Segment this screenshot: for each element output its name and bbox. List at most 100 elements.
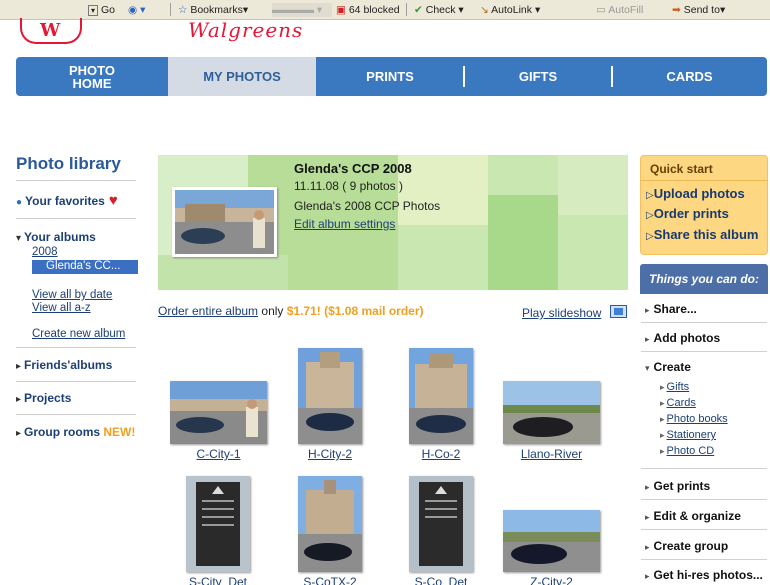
divider [16, 347, 136, 348]
photo-caption[interactable]: S-City_Det [178, 575, 258, 585]
tab-photo-home[interactable]: PHOTO HOME [16, 57, 168, 96]
projects-link[interactable]: ▸ Projects [16, 391, 71, 405]
main-nav: PHOTO HOME MY PHOTOS PRINTS GIFTS CARDS [16, 57, 767, 96]
tab-prints[interactable]: PRINTS [316, 57, 464, 96]
create-group-action[interactable]: ▸ Create group [645, 539, 728, 553]
album-year-2008[interactable]: 2008 [32, 246, 58, 258]
divider [641, 322, 767, 323]
divider [641, 559, 767, 560]
view-all-by-date-link[interactable]: View all by date [32, 289, 112, 301]
collapsed-arrow-icon: ▸ [645, 571, 650, 581]
divider [16, 414, 136, 415]
photo-caption[interactable]: H-Co-2 [401, 447, 481, 461]
get-hi-res-photos-action[interactable]: ▸ Get hi-res photos... [645, 568, 763, 582]
photo-thumbnail[interactable] [186, 476, 250, 572]
tab-cards[interactable]: CARDS [612, 57, 767, 96]
play-arrow-icon: ▷ [646, 190, 654, 201]
divider [641, 468, 767, 469]
collapsed-arrow-icon: ▸ [645, 482, 650, 492]
collapsed-arrow-icon: ▸ [645, 512, 650, 522]
photo-thumbnail[interactable] [409, 476, 473, 572]
collapsed-arrow-icon: ▸ [16, 428, 22, 439]
order-entire-album-link[interactable]: Order entire album [158, 304, 258, 318]
slideshow-icon[interactable] [610, 305, 627, 318]
album-price: $1.71! ($1.08 mail order) [286, 304, 424, 318]
add-photos-action[interactable]: ▸ Add photos [645, 331, 720, 345]
photo-thumbnail[interactable] [298, 476, 362, 572]
upload-photos-link[interactable]: ▷Upload photos [646, 186, 745, 201]
toolbar-dropdown-icon[interactable]: ◉ ▾ [128, 3, 145, 17]
photo-caption[interactable]: Llano-River [503, 447, 600, 461]
create-action[interactable]: ▾ Create [645, 360, 691, 374]
toolbar-separator [406, 3, 407, 16]
bookmarks-button[interactable]: ☆ Bookmarks▾ [178, 3, 248, 17]
create-photo-books-link[interactable]: Photo books [660, 413, 728, 425]
edit-organize-action[interactable]: ▸ Edit & organize [645, 509, 741, 523]
create-photo-cd-link[interactable]: Photo CD [660, 445, 715, 457]
new-badge: NEW! [103, 425, 136, 439]
friends-albums-link[interactable]: ▸ Friends'albums [16, 358, 112, 372]
selected-album-item[interactable]: Glenda's CC... [32, 260, 138, 274]
popup-blocked-button[interactable]: ▣ 64 blocked [336, 3, 400, 17]
photo-thumbnail[interactable] [409, 348, 473, 444]
autofill-button[interactable]: ▭ AutoFill [596, 3, 643, 17]
expanded-arrow-icon: ▾ [16, 233, 22, 244]
create-stationery-link[interactable]: Stationery [660, 429, 717, 441]
play-arrow-icon: ▷ [646, 210, 654, 221]
edit-album-settings-link[interactable]: Edit album settings [294, 217, 395, 231]
collapsed-arrow-icon: ▸ [16, 361, 22, 372]
divider [641, 529, 767, 530]
divider [16, 180, 136, 181]
collapsed-arrow-icon: ▸ [16, 394, 22, 405]
things-you-can-do-header: Things you can do: [640, 264, 768, 294]
album-meta: 11.11.08 ( 9 photos ) [294, 179, 403, 193]
create-cards-link[interactable]: Cards [660, 397, 696, 409]
photo-caption[interactable]: Z-City-2 [503, 575, 600, 585]
logo-mark-icon: W [40, 20, 61, 41]
heart-icon: ♥ [108, 192, 118, 209]
expanded-arrow-icon: ▾ [645, 363, 650, 373]
group-rooms-link[interactable]: ▸ Group rooms NEW! [16, 425, 135, 439]
album-cover-thumbnail[interactable] [172, 187, 277, 257]
divider [16, 218, 136, 219]
create-new-album-link[interactable]: Create new album [32, 328, 125, 340]
get-prints-action[interactable]: ▸ Get prints [645, 479, 710, 493]
photo-thumbnail[interactable] [503, 510, 600, 572]
photo-library-title: Photo library [16, 154, 121, 173]
collapsed-arrow-icon: ▸ [645, 542, 650, 552]
create-gifts-link[interactable]: Gifts [660, 381, 690, 393]
walgreens-logo[interactable]: W [20, 18, 82, 44]
browser-toolbar: ▾ Go ◉ ▾ ☆ Bookmarks▾ ▬▬▬▬ ▾ ▣ 64 blocke… [0, 0, 770, 20]
tab-my-photos[interactable]: MY PHOTOS [168, 57, 316, 96]
your-albums-link[interactable]: ▾ Your albums [16, 230, 96, 244]
order-album-line: Order entire album only $1.71! ($1.08 ma… [158, 304, 423, 318]
photo-caption[interactable]: H-City-2 [290, 447, 370, 461]
photo-caption[interactable]: C-City-1 [170, 447, 267, 461]
your-favorites-link[interactable]: ● Your favorites ♥ [16, 192, 118, 209]
order-prints-link[interactable]: ▷Order prints [646, 206, 729, 221]
autolink-button[interactable]: ↘ AutoLink ▾ [480, 3, 540, 17]
play-arrow-icon: ▷ [646, 231, 654, 242]
tab-gifts[interactable]: GIFTS [464, 57, 612, 96]
order-only-text: only [261, 304, 284, 318]
spellcheck-button[interactable]: ✔ Check ▾ [414, 3, 464, 17]
send-to-button[interactable]: ➡ Send to▾ [672, 3, 725, 17]
go-button[interactable]: ▾ Go [88, 3, 115, 17]
photo-caption[interactable]: S-CoTX-2 [290, 575, 370, 585]
photo-caption[interactable]: S-Co_Det [401, 575, 481, 585]
toolbar-separator [170, 3, 171, 16]
divider [641, 351, 767, 352]
photo-thumbnail[interactable] [170, 381, 267, 444]
play-slideshow-link[interactable]: Play slideshow [522, 306, 601, 320]
pagerank-icon: ▬▬▬▬ ▾ [272, 3, 332, 17]
album-title: Glenda's CCP 2008 [294, 161, 412, 176]
quick-start-title: Quick start [650, 162, 713, 176]
brand-script-logo: Walgreens [188, 18, 304, 42]
view-all-az-link[interactable]: View all a-z [32, 302, 91, 314]
divider [641, 499, 767, 500]
share-action[interactable]: ▸ Share... [645, 302, 697, 316]
photo-thumbnail[interactable] [503, 381, 600, 444]
divider [16, 381, 136, 382]
photo-thumbnail[interactable] [298, 348, 362, 444]
share-this-album-link[interactable]: ▷Share this album [646, 227, 758, 242]
